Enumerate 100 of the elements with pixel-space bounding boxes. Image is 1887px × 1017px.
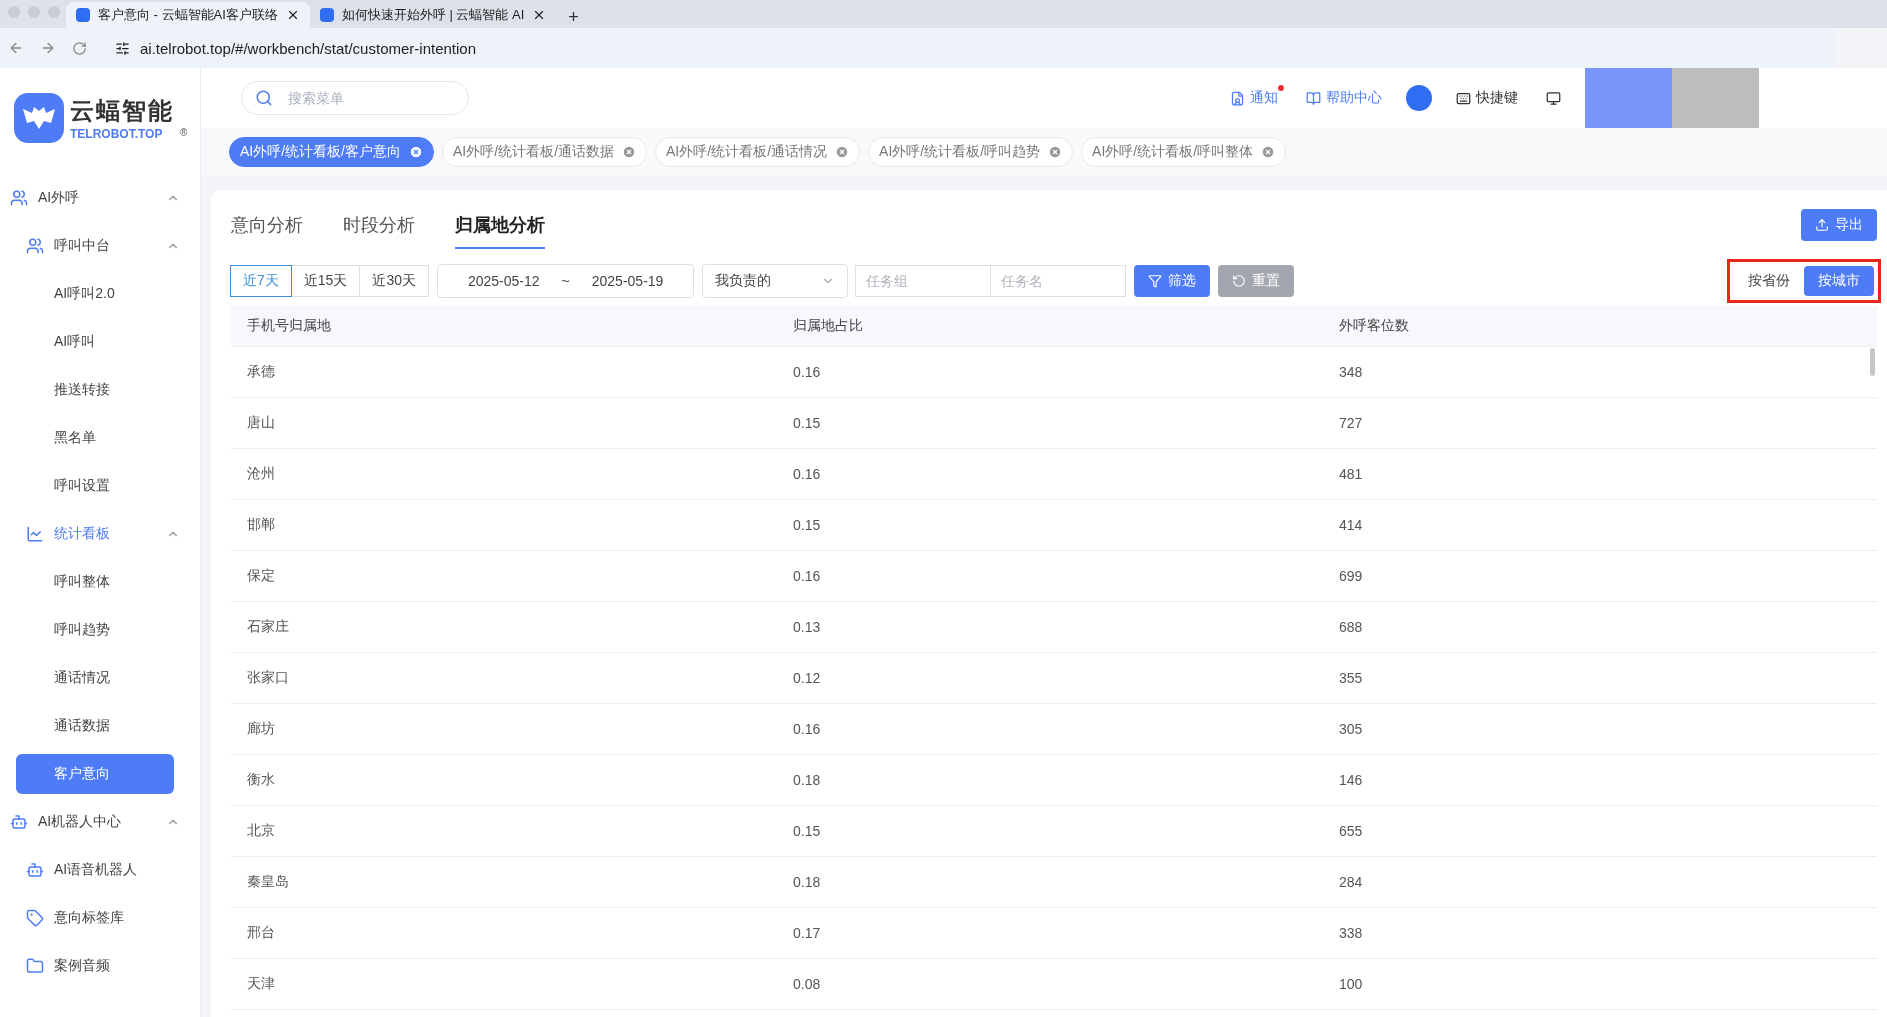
- table-cell-text: 355: [1339, 670, 1364, 686]
- page-tag[interactable]: AI外呼/统计看板/客户意向: [229, 137, 434, 167]
- column-header: 手机号归属地: [247, 317, 332, 335]
- table-cell-text: 0.18: [793, 772, 822, 788]
- help-button[interactable]: 帮助中心: [1302, 89, 1386, 107]
- sidebar-item[interactable]: 统计看板: [24, 514, 180, 554]
- group-by-button[interactable]: 按城市: [1804, 266, 1874, 296]
- sidebar-item[interactable]: 客户意向: [16, 754, 174, 794]
- shortcut-button[interactable]: 快捷键: [1452, 89, 1522, 107]
- bot-icon: [10, 813, 28, 831]
- page-tag[interactable]: AI外呼/统计看板/通话情况: [655, 137, 861, 167]
- table-cell-text: 廊坊: [247, 720, 276, 738]
- table-cell-text: 0.08: [793, 976, 822, 992]
- sidebar-item[interactable]: AI呼叫: [16, 322, 174, 362]
- search-icon: [255, 89, 273, 107]
- tag-icon: [26, 909, 44, 927]
- table-cell-text: 348: [1339, 364, 1364, 380]
- table-cell-text: 张家口: [247, 669, 290, 687]
- notification-button[interactable]: 通知: [1226, 89, 1282, 107]
- table-cell-text: 0.18: [793, 874, 822, 890]
- table-cell-text: 146: [1339, 772, 1364, 788]
- analysis-tab[interactable]: 意向分析: [231, 201, 303, 249]
- task-group-field[interactable]: 任务组: [855, 265, 992, 297]
- analysis-tab[interactable]: 时段分析: [343, 201, 415, 249]
- export-button[interactable]: 导出: [1801, 209, 1877, 241]
- range-button[interactable]: 近7天: [230, 265, 292, 297]
- table-cell-text: 727: [1339, 415, 1364, 431]
- search-field[interactable]: 搜索菜单: [241, 81, 469, 115]
- table-cell-text: 唐山: [247, 414, 276, 432]
- filter-button[interactable]: 筛选: [1134, 265, 1211, 297]
- table-cell-text: 100: [1339, 976, 1364, 992]
- owner-select[interactable]: 我负责的: [702, 264, 849, 298]
- range-button[interactable]: 近30天: [359, 265, 429, 297]
- column-header: 外呼客位数: [1339, 317, 1410, 335]
- site-settings-icon[interactable]: [115, 40, 130, 56]
- table-cell-text: 0.16: [793, 721, 822, 737]
- book-icon: [1306, 90, 1321, 106]
- registered-mark: ®: [180, 127, 188, 138]
- reset-icon: [1232, 274, 1247, 288]
- user-icon: [10, 189, 28, 207]
- back-icon[interactable]: [8, 40, 24, 56]
- table-cell-text: 0.15: [793, 823, 822, 839]
- favicon-icon: [76, 8, 90, 22]
- sidebar-item[interactable]: 呼叫中台: [24, 226, 180, 266]
- avatar[interactable]: [1406, 85, 1432, 111]
- task-name-field[interactable]: 任务名: [990, 265, 1127, 297]
- table-cell-text: 北京: [247, 822, 276, 840]
- sidebar-item[interactable]: 通话情况: [16, 658, 174, 698]
- user-icon: [26, 237, 44, 255]
- sidebar-item[interactable]: 呼叫设置: [16, 466, 174, 506]
- keyboard-icon: [1456, 90, 1471, 106]
- page-tag[interactable]: AI外呼/统计看板/通话数据: [442, 137, 648, 167]
- logo-icon: [14, 93, 64, 143]
- table-cell-text: 0.15: [793, 517, 822, 533]
- table-cell-text: 秦皇岛: [247, 873, 290, 891]
- new-tab-button[interactable]: +: [556, 7, 591, 28]
- browser-tab[interactable]: 客户意向 - 云蝠智能AI客户联络: [66, 2, 310, 28]
- table-cell-text: 481: [1339, 466, 1364, 482]
- sidebar-item[interactable]: 案例音频: [24, 946, 180, 986]
- column-header: 归属地占比: [793, 317, 864, 335]
- filter-icon: [1148, 274, 1163, 288]
- monitor-icon: [1546, 90, 1561, 106]
- date-range-field[interactable]: 2025-05-12 ~ 2025-05-19: [436, 264, 695, 298]
- table-cell-text: 邯郸: [247, 516, 276, 534]
- table-cell-text: 0.17: [793, 925, 822, 941]
- table-cell-text: 414: [1339, 517, 1364, 533]
- sidebar-item[interactable]: AI语音机器人: [24, 850, 180, 890]
- table-cell-text: 邢台: [247, 924, 276, 942]
- table-cell-text: 天津: [247, 975, 276, 993]
- document-icon: [1230, 90, 1245, 106]
- table-cell-text: 284: [1339, 874, 1364, 890]
- chart-icon: [26, 525, 44, 543]
- sidebar-item[interactable]: AI机器人中心: [8, 802, 180, 842]
- table-cell-text: 0.16: [793, 466, 822, 482]
- scrollbar[interactable]: [1870, 348, 1875, 376]
- table-cell-text: 承德: [247, 363, 276, 381]
- sidebar-item[interactable]: AI外呼: [8, 178, 180, 218]
- table-cell-text: 石家庄: [247, 618, 290, 636]
- table-cell-text: 0.16: [793, 364, 822, 380]
- logo-subtitle: TELROBOT.TOP: [70, 127, 164, 141]
- bot-icon: [26, 861, 44, 879]
- sidebar-item[interactable]: 黑名单: [16, 418, 174, 458]
- reload-icon[interactable]: [72, 40, 87, 56]
- table-cell-text: 0.13: [793, 619, 822, 635]
- sidebar-item[interactable]: 呼叫整体: [16, 562, 174, 602]
- sidebar-item[interactable]: 呼叫趋势: [16, 610, 174, 650]
- page-tag[interactable]: AI外呼/统计看板/呼叫趋势: [868, 137, 1074, 167]
- table-cell-text: 305: [1339, 721, 1364, 737]
- table-cell-text: 保定: [247, 567, 276, 585]
- browser-tab[interactable]: 如何快速开始外呼 | 云蝠智能 AI: [309, 2, 557, 28]
- range-button[interactable]: 近15天: [290, 265, 361, 297]
- sidebar-item[interactable]: 推送转接: [16, 370, 174, 410]
- favicon-icon: [319, 8, 334, 22]
- page-tag[interactable]: AI外呼/统计看板/呼叫整体: [1081, 137, 1287, 167]
- forward-icon[interactable]: [40, 40, 56, 56]
- sidebar-item[interactable]: 通话数据: [16, 706, 174, 746]
- sidebar-item[interactable]: 意向标签库: [24, 898, 180, 938]
- sidebar-item[interactable]: AI呼叫2.0: [16, 274, 174, 314]
- analysis-tab[interactable]: 归属地分析: [455, 201, 545, 249]
- table-cell-text: 沧州: [247, 465, 276, 483]
